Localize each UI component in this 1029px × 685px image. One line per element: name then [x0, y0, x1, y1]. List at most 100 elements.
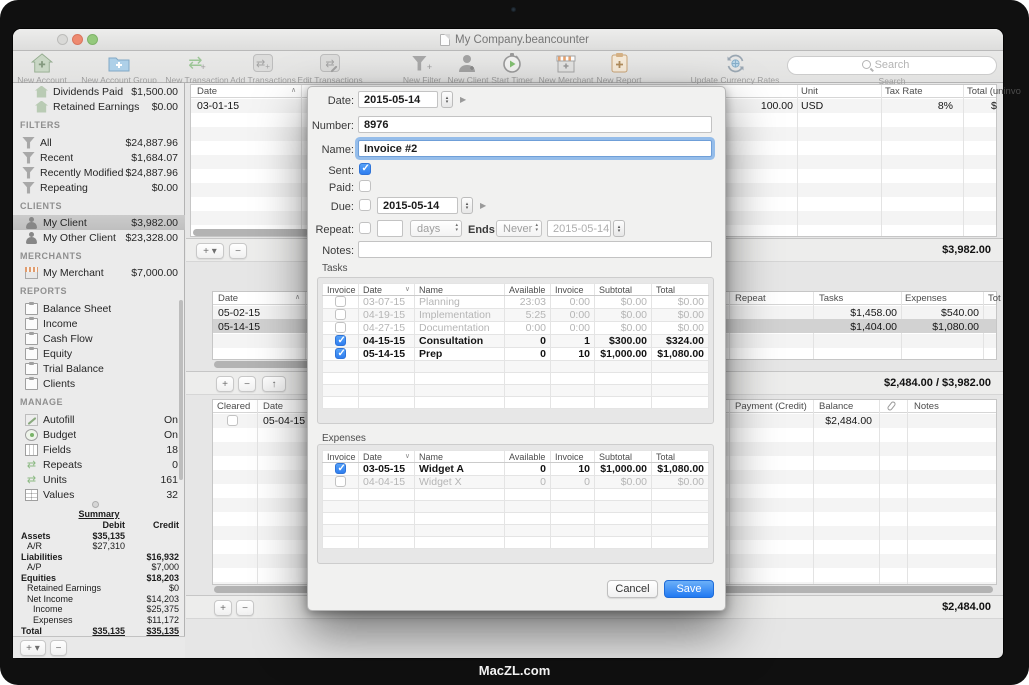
horizontal-scrollbar[interactable]: [193, 229, 309, 236]
tasks-table[interactable]: Invoice Date∨ Name Available Invoice Sub…: [322, 283, 709, 409]
sidebar-item-my-other-client[interactable]: My Other Client $23,328.00: [13, 230, 185, 245]
column-header-date[interactable]: Date∨: [359, 451, 415, 463]
due-disclosure-icon[interactable]: ▶: [480, 201, 486, 210]
invoice-checkbox[interactable]: [335, 348, 346, 359]
sidebar-scrollbar[interactable]: [179, 300, 183, 480]
sidebar-item-recent[interactable]: Recent $1,684.07: [13, 150, 185, 165]
repeat-ends-dropdown[interactable]: Never▴▾: [496, 220, 542, 237]
column-header-invoice[interactable]: Invoice: [323, 284, 359, 296]
expenses-table[interactable]: Invoice Date∨ Name Available Invoice Sub…: [322, 450, 709, 549]
sidebar-item-my-client[interactable]: My Client $3,982.00: [13, 215, 185, 230]
due-date-field[interactable]: 2015-05-14: [377, 197, 458, 214]
invoice-checkbox[interactable]: [335, 476, 346, 487]
sent-checkbox[interactable]: [359, 163, 371, 175]
sidebar-item-income[interactable]: Income: [13, 316, 185, 331]
task-row[interactable]: 04-27-15Documentation 0:000:00 $0.00$0.0…: [323, 322, 709, 335]
add-invoice-button[interactable]: +: [216, 376, 234, 392]
column-header-name[interactable]: Name: [415, 451, 505, 463]
search-input[interactable]: [787, 56, 997, 75]
sidebar-item-dividends-paid[interactable]: Dividends Paid $1,500.00: [13, 84, 185, 99]
sidebar-remove-button[interactable]: −: [50, 640, 67, 656]
column-header-unit[interactable]: Unit: [801, 86, 818, 97]
column-header-subtotal[interactable]: Subtotal: [595, 451, 652, 463]
sidebar-item-balance-sheet[interactable]: Balance Sheet: [13, 301, 185, 316]
name-field[interactable]: Invoice #2: [358, 140, 712, 157]
repeat-interval-field[interactable]: [377, 220, 403, 237]
date-stepper[interactable]: ▴▾: [441, 91, 453, 108]
sidebar-item-all[interactable]: All $24,887.96: [13, 135, 185, 150]
sidebar-item-repeats[interactable]: ⇄ Repeats 0: [13, 457, 185, 472]
repeat-ends-date-field[interactable]: 2015-05-14: [547, 220, 611, 237]
column-header-payment[interactable]: Payment (Credit): [735, 401, 807, 412]
add-payment-button[interactable]: +: [214, 600, 232, 616]
sidebar-item-autofill[interactable]: Autofill On: [13, 412, 185, 427]
sidebar-item-my-merchant[interactable]: My Merchant $7,000.00: [13, 265, 185, 280]
column-header-cleared[interactable]: Cleared: [217, 401, 250, 412]
column-header-available[interactable]: Available: [505, 451, 551, 463]
sidebar-item-repeating[interactable]: Repeating $0.00: [13, 180, 185, 195]
column-header-date[interactable]: Date: [218, 293, 238, 304]
expense-row[interactable]: 03-05-15Widget A 010 $1,000.00$1,080.00: [323, 463, 709, 476]
sidebar-item-units[interactable]: ⇄ Units 161: [13, 472, 185, 487]
paid-checkbox[interactable]: [359, 180, 371, 192]
sidebar-splitter-handle[interactable]: [92, 501, 99, 508]
due-checkbox[interactable]: [359, 199, 371, 211]
invoice-checkbox[interactable]: [335, 296, 346, 307]
sidebar-item-equity[interactable]: Equity: [13, 346, 185, 361]
column-header-date[interactable]: Date∨: [359, 284, 415, 296]
column-header-tasks[interactable]: Tasks: [819, 293, 843, 304]
invoice-checkbox[interactable]: [335, 322, 346, 333]
due-date-stepper[interactable]: ▴▾: [461, 197, 473, 214]
horizontal-scrollbar[interactable]: [214, 361, 310, 368]
column-header-total[interactable]: Total: [652, 451, 709, 463]
column-header-name[interactable]: Name: [415, 284, 505, 296]
save-button[interactable]: Save: [664, 580, 714, 598]
invoice-checkbox[interactable]: [335, 463, 346, 474]
column-header-total[interactable]: Total (uninvo: [967, 86, 1021, 97]
date-field[interactable]: 2015-05-14: [358, 91, 438, 108]
column-header-repeat[interactable]: Repeat: [735, 293, 766, 304]
expense-row[interactable]: 04-04-15Widget X 00 $0.00$0.00: [323, 476, 709, 489]
sidebar-item-fields[interactable]: Fields 18: [13, 442, 185, 457]
column-header-invoice[interactable]: Invoice: [323, 451, 359, 463]
date-disclosure-icon[interactable]: ▶: [460, 95, 466, 104]
add-transaction-button[interactable]: + ▾: [196, 243, 224, 259]
column-header-total[interactable]: Tot: [988, 293, 1001, 304]
notes-field[interactable]: [358, 241, 712, 258]
task-row[interactable]: 04-19-15Implementation 5:250:00 $0.00$0.…: [323, 309, 709, 322]
repeat-checkbox[interactable]: [359, 222, 371, 234]
column-header-subtotal[interactable]: Subtotal: [595, 284, 652, 296]
task-row[interactable]: 04-15-15Consultation 01 $300.00$324.00: [323, 335, 709, 348]
invoice-checkbox[interactable]: [335, 335, 346, 346]
column-header-available[interactable]: Available: [505, 284, 551, 296]
sidebar-item-trial-balance[interactable]: Trial Balance: [13, 361, 185, 376]
remove-transaction-button[interactable]: −: [229, 243, 247, 259]
sidebar-item-cash-flow[interactable]: Cash Flow: [13, 331, 185, 346]
invoice-checkbox[interactable]: [335, 309, 346, 320]
column-header-invoice-qty[interactable]: Invoice: [551, 284, 595, 296]
column-header-invoice-qty[interactable]: Invoice: [551, 451, 595, 463]
sidebar-item-values[interactable]: Values 32: [13, 487, 185, 502]
sidebar-item-recently-modified[interactable]: Recently Modified $24,887.96: [13, 165, 185, 180]
remove-invoice-button[interactable]: −: [238, 376, 256, 392]
column-header-total[interactable]: Total: [652, 284, 709, 296]
remove-payment-button[interactable]: −: [236, 600, 254, 616]
column-header-balance[interactable]: Balance: [819, 401, 853, 412]
column-header-expenses[interactable]: Expenses: [905, 293, 947, 304]
column-header-tax-rate[interactable]: Tax Rate: [885, 86, 923, 97]
sidebar-item-clients-report[interactable]: Clients: [13, 376, 185, 391]
repeat-unit-dropdown[interactable]: days▴▾: [410, 220, 462, 237]
column-header-notes[interactable]: Notes: [914, 401, 939, 412]
cleared-checkbox[interactable]: [227, 415, 238, 426]
column-header-date[interactable]: Date: [263, 401, 283, 412]
share-invoice-button[interactable]: ↑: [262, 376, 286, 392]
task-row[interactable]: 05-14-15Prep 010 $1,000.00$1,080.00: [323, 348, 709, 361]
column-header-date[interactable]: Date: [197, 86, 217, 97]
task-row[interactable]: 03-07-15Planning 23:030:00 $0.00$0.00: [323, 296, 709, 309]
ends-date-stepper[interactable]: ▴▾: [613, 220, 625, 237]
number-field[interactable]: 8976: [358, 116, 712, 133]
sidebar-item-retained-earnings[interactable]: Retained Earnings $0.00: [13, 99, 185, 114]
sidebar-add-button[interactable]: + ▾: [20, 640, 46, 656]
sidebar-item-budget[interactable]: Budget On: [13, 427, 185, 442]
cancel-button[interactable]: Cancel: [607, 580, 658, 598]
